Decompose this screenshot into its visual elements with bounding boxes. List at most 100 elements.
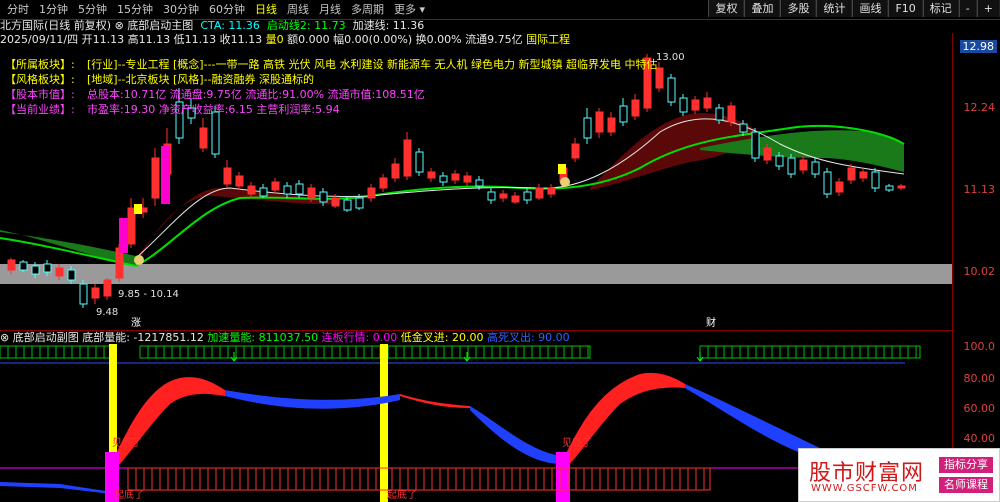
limit-line: 连板行情: 0.00: [321, 331, 398, 344]
ohlc-row: 2025/09/11/四 开11.13 高11.13 低11.13 收11.13…: [0, 33, 920, 47]
candle-body: [703, 97, 712, 109]
period-tab[interactable]: 15分钟: [112, 2, 158, 17]
ohlc-close: 收11.13: [219, 33, 263, 46]
candle-body: [583, 117, 592, 139]
candle-body: [727, 105, 736, 123]
stock-title[interactable]: 北方国际(日线 前复权): [0, 19, 111, 32]
info-row: 【当前业绩】: 市盈率:19.30 净资产收益率:6.15 主营利润率:5.94: [5, 102, 657, 117]
blue-energy-band: [0, 482, 112, 494]
ohlc-high: 高11.13: [127, 33, 171, 46]
candle-body: [355, 197, 364, 209]
candle-body: [247, 185, 256, 195]
period-tab[interactable]: 多周期: [346, 2, 389, 17]
collapse-icon[interactable]: ⊗: [115, 19, 128, 32]
candle-body: [499, 193, 508, 199]
collapse-icon[interactable]: ⊗: [0, 331, 13, 344]
candle-body: [331, 197, 340, 207]
period-tab[interactable]: 周线: [282, 2, 314, 17]
bottom-zone-box: [127, 467, 711, 491]
toolbar-button[interactable]: +: [976, 0, 1000, 17]
ohlc-date: 2025/09/11/四: [0, 33, 79, 46]
candle-body: [235, 175, 244, 187]
candle-body: [211, 111, 220, 155]
high-cross: 高死叉出: 90.00: [486, 331, 570, 344]
candle-body: [295, 183, 304, 195]
candle-body: [391, 163, 400, 179]
candle-body: [547, 187, 556, 195]
stock-info-box: 【所属板块】: [行业]--专业工程 [概念]---一带一路 高铁 光伏 风电 水…: [5, 57, 657, 117]
blue-energy-band: [470, 406, 562, 464]
bottom-energy: 底部量能: -1217851.12: [82, 331, 204, 344]
candle-body: [739, 123, 748, 133]
bottom-up-label: 起底了: [114, 488, 144, 501]
info-value: 总股本:10.71亿 流通盘:9.75亿 流通比:91.00% 流通市值:108…: [87, 88, 425, 101]
period-tabs: 分时 1分钟 5分钟 15分钟 30分钟 60分钟 日线 周线 月线 多周期 更多 ▾: [2, 2, 430, 17]
support-band: [0, 264, 952, 284]
candle-body: [127, 207, 136, 245]
money-bag-icon: [134, 255, 144, 265]
candle-body: [871, 171, 880, 189]
watermark-tag[interactable]: 指标分享: [939, 457, 993, 473]
toolbar-button[interactable]: 复权: [708, 0, 745, 17]
candle-body: [751, 131, 760, 159]
candle-body: [7, 259, 16, 271]
info-value: [行业]--专业工程 [概念]---一带一路 高铁 光伏 风电 水利建设 新能源…: [87, 58, 658, 71]
period-tab[interactable]: 60分钟: [204, 2, 250, 17]
candle-body: [679, 97, 688, 113]
toolbar-button[interactable]: 多股: [780, 0, 817, 17]
toolbar-button[interactable]: 画线: [852, 0, 889, 17]
watermark-tag[interactable]: 名师课程: [939, 477, 993, 493]
candle-body: [847, 167, 856, 181]
candle-body: [835, 181, 844, 193]
bottom-up-label: 起底了: [387, 488, 417, 501]
candle-body: [151, 157, 160, 199]
toolbar-button[interactable]: 统计: [816, 0, 853, 17]
candle-body: [367, 187, 376, 199]
signal-flag-icon: [558, 164, 566, 174]
toolbar-button[interactable]: -: [958, 0, 977, 17]
info-key: 【风格板块】:: [5, 73, 75, 86]
candle-body: [897, 185, 906, 189]
info-row: 【所属板块】: [行业]--专业工程 [概念]---一带一路 高铁 光伏 风电 水…: [5, 57, 657, 72]
bottomed-label: 见底了: [112, 436, 142, 449]
zhang-label: 涨: [131, 317, 141, 329]
info-row: 【股本市值】: 总股本:10.71亿 流通盘:9.75亿 流通比:91.00% 流…: [5, 87, 657, 102]
candle-body: [439, 175, 448, 183]
candle-body: [487, 191, 496, 201]
sub-tick: 100.0: [963, 340, 996, 353]
period-tab[interactable]: 日线: [250, 2, 282, 17]
period-tab[interactable]: 月线: [314, 2, 346, 17]
period-tab[interactable]: 更多 ▾: [389, 2, 430, 17]
toolbar-button[interactable]: 叠加: [744, 0, 781, 17]
candle-body: [607, 117, 616, 133]
candle-body: [403, 139, 412, 177]
candle-body: [823, 171, 832, 195]
indicator-name[interactable]: 底部启动主图: [127, 19, 193, 32]
period-tab[interactable]: 30分钟: [158, 2, 204, 17]
toolbar-button[interactable]: F10: [888, 0, 923, 17]
ohlc-tag[interactable]: 国际工程: [526, 33, 570, 46]
candle-body: [775, 155, 784, 167]
period-tab[interactable]: 1分钟: [34, 2, 73, 17]
candle-body: [535, 187, 544, 199]
low-cross: 低金叉进: 20.00: [400, 331, 484, 344]
cta-value: CTA: 11.36: [200, 19, 260, 32]
signal-flag-icon: [134, 204, 142, 214]
candle-body: [667, 77, 676, 103]
period-tab[interactable]: 5分钟: [73, 2, 112, 17]
sub-indicator-name[interactable]: 底部启动副图: [13, 331, 79, 344]
signal-bar: [380, 344, 388, 502]
limit-up-bar: [161, 146, 170, 204]
cai-label: 财: [706, 316, 716, 329]
candle-body: [859, 171, 868, 179]
ohlc-turnover: 换0.00%: [415, 33, 462, 46]
buy-arrow-icon: [696, 352, 704, 362]
watermark-url: WWW.GSCFW.COM: [811, 483, 918, 494]
toolbar-button[interactable]: 标记: [922, 0, 959, 17]
period-tab[interactable]: 分时: [2, 2, 34, 17]
info-value: [地域]--北京板块 [风格]--融资融券 深股通标的: [87, 73, 315, 86]
candle-body: [79, 283, 88, 305]
candle-body: [223, 167, 232, 185]
sub-tick: 40.00: [963, 432, 996, 445]
candle-body: [799, 159, 808, 171]
